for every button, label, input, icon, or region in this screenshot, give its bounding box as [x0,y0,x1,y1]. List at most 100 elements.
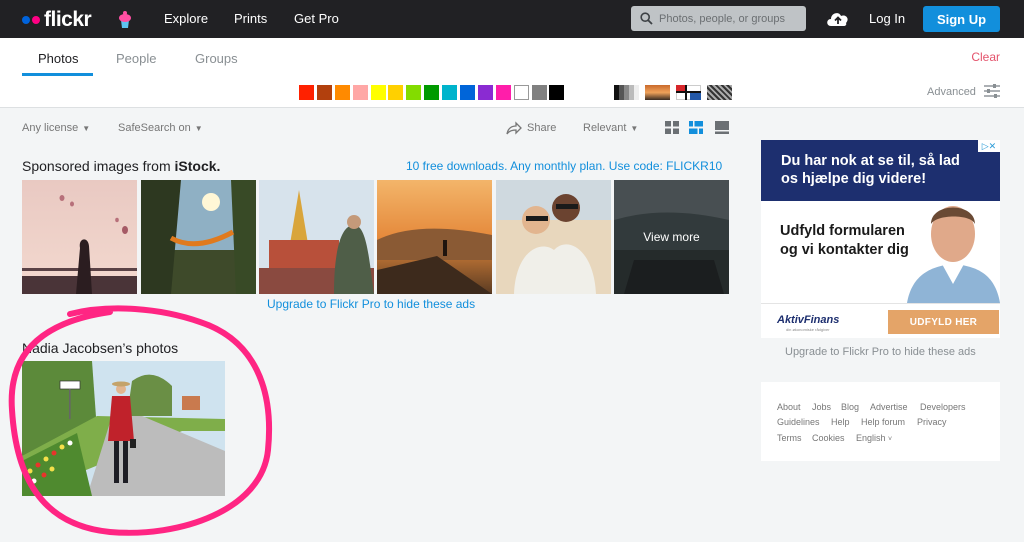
display-ad[interactable]: Du har nok at se til, så lad os hjælpe d… [761,140,1000,338]
sponsored-image-1[interactable] [22,180,137,294]
upgrade-pro-link-sidebar[interactable]: Upgrade to Flickr Pro to hide these ads [785,346,976,358]
ad-choices-icon[interactable]: ▷✕ [978,140,1000,152]
search-input[interactable] [659,6,804,31]
language-label: English [856,433,886,443]
footer-advertise[interactable]: Advertise [870,402,908,412]
safesearch-dropdown[interactable]: SafeSearch on ▼ [118,122,203,134]
grid-view-icon[interactable] [665,121,679,134]
color-swatch[interactable] [388,85,404,100]
color-swatch[interactable] [316,85,332,100]
top-nav-bar: flickr Explore Prints Get Pro Log In Sig… [0,0,1024,38]
tab-photos[interactable]: Photos [38,51,78,66]
patterns-filter[interactable] [707,85,732,100]
ad-cta-button[interactable]: UDFYLD HER [888,310,999,334]
color-swatch[interactable] [334,85,350,100]
advanced-link[interactable]: Advanced [927,86,976,98]
ad-headline: Du har nok at se til, så lad os hjælpe d… [781,153,960,187]
minimalist-filter[interactable] [676,85,701,100]
ad-person-image [907,206,1000,303]
flickr-logo[interactable]: flickr [22,8,92,32]
color-swatch[interactable] [495,85,511,100]
footer-links-box: About Jobs Blog Advertise Developers Gui… [761,382,1000,461]
nav-get-pro[interactable]: Get Pro [294,11,339,26]
sort-label: Relevant [583,122,627,134]
sponsored-image-4[interactable] [377,180,492,294]
footer-blog[interactable]: Blog [841,402,859,412]
color-swatch[interactable] [549,85,565,100]
footer-developers[interactable]: Developers [920,402,966,412]
justified-view-icon[interactable] [689,121,703,134]
sponsored-image-2[interactable] [141,180,256,294]
woman-red-coat-photo [22,361,225,496]
logo-pink-dot [32,16,40,24]
ad-brand-tagline: din økonomiske rådgiver [786,327,830,332]
color-swatch[interactable] [299,85,314,100]
user-photo[interactable] [22,361,225,496]
chevron-down-icon: ˅ [888,436,893,443]
footer-jobs[interactable]: Jobs [812,402,831,412]
tab-groups[interactable]: Groups [195,51,238,66]
license-label: Any license [22,122,79,134]
nav-prints[interactable]: Prints [234,11,267,26]
minimalist-pattern-icon [676,85,701,100]
signup-button[interactable]: Sign Up [923,6,1000,32]
nav-explore[interactable]: Explore [164,11,208,26]
color-swatch[interactable] [531,85,547,100]
footer-help-forum[interactable]: Help forum [861,417,905,427]
search-box[interactable] [631,6,806,31]
tab-people[interactable]: People [116,51,156,66]
safesearch-label: SafeSearch on [118,122,191,134]
color-swatch[interactable] [370,85,386,100]
sponsored-title: Sponsored images from iStock. [22,158,220,174]
share-icon[interactable] [506,121,522,135]
share-button[interactable]: Share [527,122,556,134]
color-swatch[interactable] [442,85,458,100]
color-swatches [299,85,565,100]
hammock-image [141,180,256,294]
couple-image [496,180,611,294]
chevron-down-icon: ▼ [630,124,639,133]
sponsored-image-6[interactable]: View more [614,180,729,294]
login-link[interactable]: Log In [869,11,905,26]
search-icon [640,12,653,25]
sponsored-image-3[interactable] [259,180,374,294]
woman-balloons-image [22,180,137,294]
footer-help[interactable]: Help [831,417,850,427]
sponsored-image-5[interactable] [496,180,611,294]
color-swatch[interactable] [352,85,368,100]
view-more-button[interactable]: View more [614,180,729,294]
istock-promo-link[interactable]: 10 free downloads. Any monthly plan. Use… [406,159,722,173]
sort-dropdown[interactable]: Relevant ▼ [583,122,638,134]
cupcake-icon[interactable] [118,9,132,29]
upgrade-pro-link[interactable]: Upgrade to Flickr Pro to hide these ads [267,297,475,311]
texture-filters [614,85,732,100]
color-swatch[interactable] [513,85,529,100]
footer-terms[interactable]: Terms [777,433,802,443]
chevron-down-icon: ▼ [82,124,91,133]
footer-about[interactable]: About [777,402,801,412]
footer-guidelines[interactable]: Guidelines [777,417,820,427]
color-swatch[interactable] [460,85,476,100]
active-tab-underline [22,73,93,76]
footer-privacy[interactable]: Privacy [917,417,947,427]
temple-image [259,180,374,294]
chevron-down-icon: ▼ [194,124,203,133]
ad-footer: AktivFinans din økonomiske rådgiver UDFY… [761,303,1000,338]
license-dropdown[interactable]: Any license ▼ [22,122,90,134]
logo-blue-dot [22,16,30,24]
color-swatch[interactable] [424,85,440,100]
user-photos-title: Nadia Jacobsen’s photos [22,340,179,356]
upload-cloud-icon[interactable] [825,8,851,28]
sliders-icon[interactable] [984,84,1000,98]
sunset-fjord-image [377,180,492,294]
language-selector[interactable]: English ˅ [856,433,892,443]
large-view-icon[interactable] [715,121,729,134]
shallow-depth-filter[interactable] [645,85,670,100]
ad-brand-logo: AktivFinans [777,314,840,326]
footer-cookies[interactable]: Cookies [812,433,845,443]
grayscale-filter[interactable] [614,85,639,100]
color-swatch[interactable] [406,85,422,100]
istock-brand[interactable]: iStock. [175,158,221,174]
clear-filters-link[interactable]: Clear [971,50,1000,64]
color-swatch[interactable] [477,85,493,100]
